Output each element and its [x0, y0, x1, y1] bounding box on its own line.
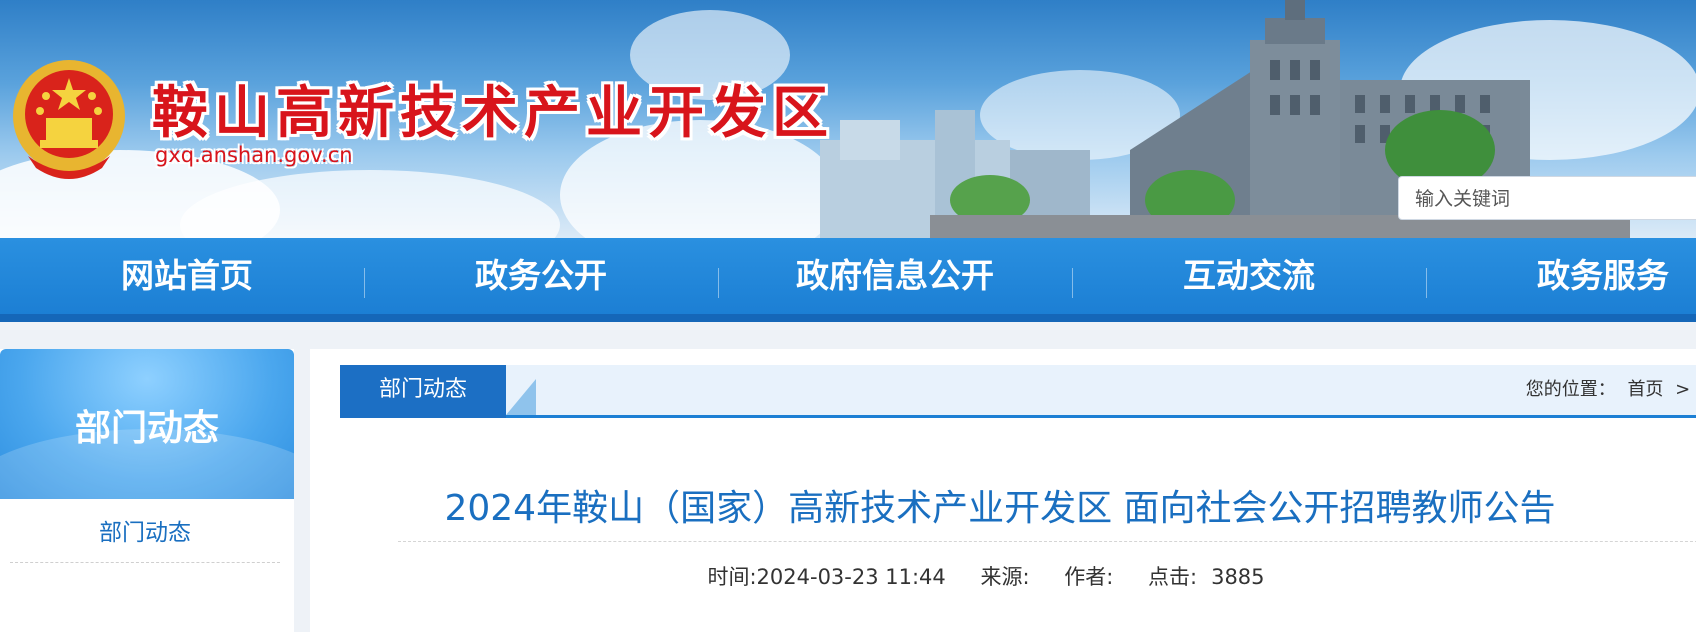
- breadcrumb-separator: >: [1675, 379, 1691, 400]
- search-box: [1398, 176, 1696, 221]
- site-title: 鞍山高新技术产业开发区: [152, 81, 834, 146]
- breadcrumb: 您的位置： 首页 > 部: [1520, 365, 1696, 415]
- article-author-label: 作者:: [1064, 565, 1114, 589]
- breadcrumb-home-link[interactable]: 首页: [1627, 379, 1663, 400]
- national-emblem-logo: [13, 60, 125, 179]
- article-source-label: 来源:: [980, 565, 1030, 589]
- article-clicks-label: 点击:: [1148, 565, 1198, 589]
- section-tab[interactable]: 部门动态: [340, 365, 506, 418]
- nav-item-info-disclosure[interactable]: 政府信息公开: [718, 238, 1072, 314]
- nav-item-government-affairs[interactable]: 政务公开: [364, 238, 718, 314]
- breadcrumb-location-label: 您的位置：: [1525, 379, 1616, 400]
- article-meta: 时间:2024-03-23 11:44 来源: 作者: 点击: 3885: [310, 561, 1690, 591]
- search-input[interactable]: [1399, 177, 1696, 221]
- site-domain: gxq.anshan.gov.cn: [155, 143, 353, 167]
- sidebar-title: 部门动态: [74, 408, 219, 449]
- section-tab-decoration: [506, 379, 536, 415]
- sidebar-header: 部门动态: [0, 349, 294, 499]
- main-content: 部门动态 您的位置： 首页 > 部 2024年鞍山（国家）高新技术产业开发区 面…: [310, 349, 1696, 632]
- article-title: 2024年鞍山（国家）高新技术产业开发区 面向社会公开招聘教师公告: [444, 488, 1556, 529]
- article-time: 时间:2024-03-23 11:44: [707, 565, 946, 589]
- nav-item-interaction[interactable]: 互动交流: [1072, 238, 1426, 314]
- nav-item-home[interactable]: 网站首页: [10, 238, 364, 314]
- main-nav: 网站首页 政务公开 政府信息公开 互动交流 政务服务: [0, 238, 1696, 322]
- nav-item-services[interactable]: 政务服务: [1426, 238, 1696, 314]
- sidebar-item-department-news[interactable]: 部门动态: [10, 504, 280, 563]
- header-banner: 鞍山高新技术产业开发区 gxq.anshan.gov.cn: [0, 0, 1696, 238]
- article-clicks-value: 3885: [1211, 565, 1265, 589]
- breadcrumb-bar: 部门动态 您的位置： 首页 > 部: [340, 365, 1696, 418]
- title-divider: [398, 541, 1696, 542]
- sidebar: 部门动态 部门动态: [0, 349, 294, 632]
